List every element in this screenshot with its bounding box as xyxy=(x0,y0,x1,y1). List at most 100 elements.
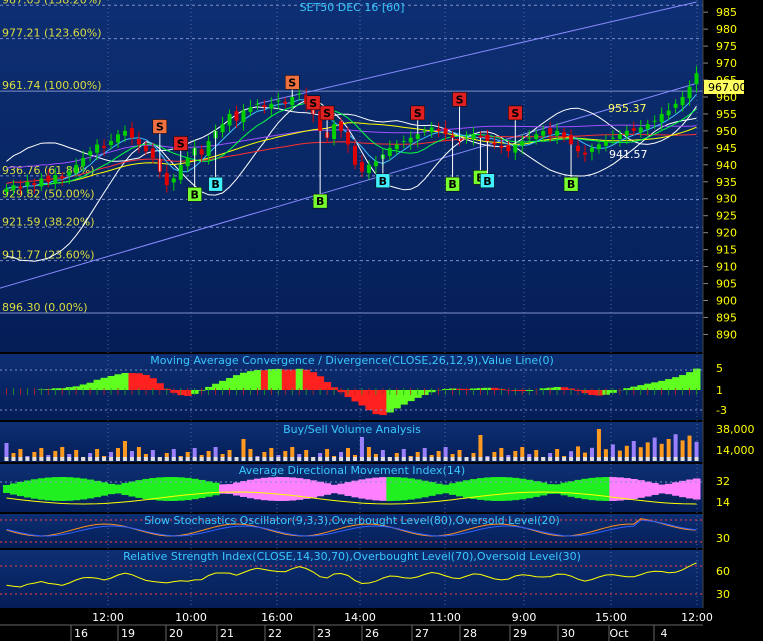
candle-body xyxy=(631,128,636,131)
macd-histogram-bar xyxy=(693,368,701,390)
volume-base-bar xyxy=(457,457,462,461)
candle-body xyxy=(116,134,121,143)
candle-body xyxy=(234,111,239,121)
candle-body xyxy=(255,103,260,105)
volume-base-bar xyxy=(346,457,351,461)
adx-band xyxy=(435,483,443,495)
buy-signal-label: B xyxy=(379,175,387,188)
volume-base-bar xyxy=(297,457,302,461)
macd-histogram-bar xyxy=(679,375,687,390)
candle-body xyxy=(11,185,16,190)
adx-band xyxy=(309,480,318,498)
candle-body xyxy=(589,147,594,152)
candle-body xyxy=(290,96,295,106)
volume-base-bar xyxy=(624,457,629,461)
macd-histogram-bar xyxy=(295,368,304,390)
volume-base-bar xyxy=(283,457,288,461)
adx-band xyxy=(128,481,136,497)
volume-base-bar xyxy=(95,457,100,461)
adx-band xyxy=(539,482,548,496)
candle-body xyxy=(492,142,497,145)
adx-band xyxy=(281,477,290,501)
macd-histogram-bar xyxy=(121,372,129,390)
candle-body xyxy=(185,158,190,167)
candle-body xyxy=(150,148,155,159)
sell-signal-label: S xyxy=(309,97,317,110)
candle-body xyxy=(555,130,560,136)
macd-histogram-bar xyxy=(239,372,248,390)
candle-body xyxy=(88,151,93,156)
candle-body xyxy=(596,144,601,150)
volume-base-bar xyxy=(290,457,295,461)
sell-signal-label: S xyxy=(177,137,185,150)
candle-body xyxy=(373,161,378,167)
time-label: 15:00 xyxy=(595,611,627,624)
candle-body xyxy=(610,137,615,139)
adx-band xyxy=(184,477,192,501)
adx-band xyxy=(3,485,11,493)
adx-band xyxy=(239,481,248,497)
adx-title: Average Directional Movement Index(14) xyxy=(239,464,465,477)
candle-body xyxy=(122,130,127,136)
volume-base-bar xyxy=(464,457,469,461)
candle-body xyxy=(422,130,427,132)
fib-level-label: 977.21 (123.60%) xyxy=(2,27,102,40)
candle-body xyxy=(429,127,434,133)
macd-histogram-bar xyxy=(686,372,694,390)
adx-band xyxy=(574,479,583,499)
volume-title: Buy/Sell Volume Analysis xyxy=(283,423,421,436)
volume-base-bar xyxy=(150,457,155,461)
volume-base-bar xyxy=(387,457,392,461)
date-label: 28 xyxy=(463,627,477,640)
candle-body xyxy=(527,137,532,139)
volume-base-bar xyxy=(116,457,121,461)
sell-signal-label: S xyxy=(288,76,296,89)
price-tick-label: 950 xyxy=(716,125,737,138)
price-tick-label: 935 xyxy=(716,176,737,189)
candle-body xyxy=(506,145,511,152)
adx-band xyxy=(651,483,659,495)
volume-base-bar xyxy=(241,457,246,461)
adx-band xyxy=(637,480,645,498)
volume-base-bar xyxy=(610,457,615,461)
fib-level-label: 987.03 (138.20%) xyxy=(2,0,102,6)
candle-body xyxy=(645,124,650,129)
price-tick-label: 970 xyxy=(716,57,737,70)
candle-body xyxy=(673,103,678,108)
candle-body xyxy=(102,145,107,148)
candle-body xyxy=(262,105,267,108)
candle-body xyxy=(499,145,504,148)
adx-band xyxy=(665,483,673,495)
volume-base-bar xyxy=(276,457,281,461)
volume-base-bar xyxy=(631,457,636,461)
adx-band xyxy=(658,484,666,494)
candle-body xyxy=(394,144,399,150)
adx-band xyxy=(93,480,102,498)
candle-body xyxy=(4,188,9,192)
volume-base-bar xyxy=(589,457,594,461)
volume-base-bar xyxy=(352,457,357,461)
volume-base-bar xyxy=(582,457,587,461)
adx-band xyxy=(351,480,359,498)
price-tick-label: 940 xyxy=(716,159,737,172)
price-tick-label: 930 xyxy=(716,193,737,206)
volume-base-bar xyxy=(506,457,511,461)
volume-bar xyxy=(673,434,678,461)
volume-base-bar xyxy=(304,457,309,461)
adx-band xyxy=(588,477,596,501)
volume-base-bar xyxy=(687,457,692,461)
volume-base-bar xyxy=(136,457,141,461)
candle-body xyxy=(366,164,371,173)
volume-base-bar xyxy=(109,457,114,461)
price-panel-bg xyxy=(0,0,703,352)
candle-body xyxy=(359,162,364,172)
volume-bar xyxy=(596,429,601,461)
sell-signal-label: S xyxy=(156,121,164,134)
date-label: 29 xyxy=(513,627,527,640)
price-tick-label: 945 xyxy=(716,142,737,155)
macd-histogram-bar xyxy=(274,368,283,390)
price-tick-label: 925 xyxy=(716,210,737,223)
candle-body xyxy=(25,181,30,186)
sell-signal-label: S xyxy=(323,107,331,120)
adx-band xyxy=(672,482,680,496)
